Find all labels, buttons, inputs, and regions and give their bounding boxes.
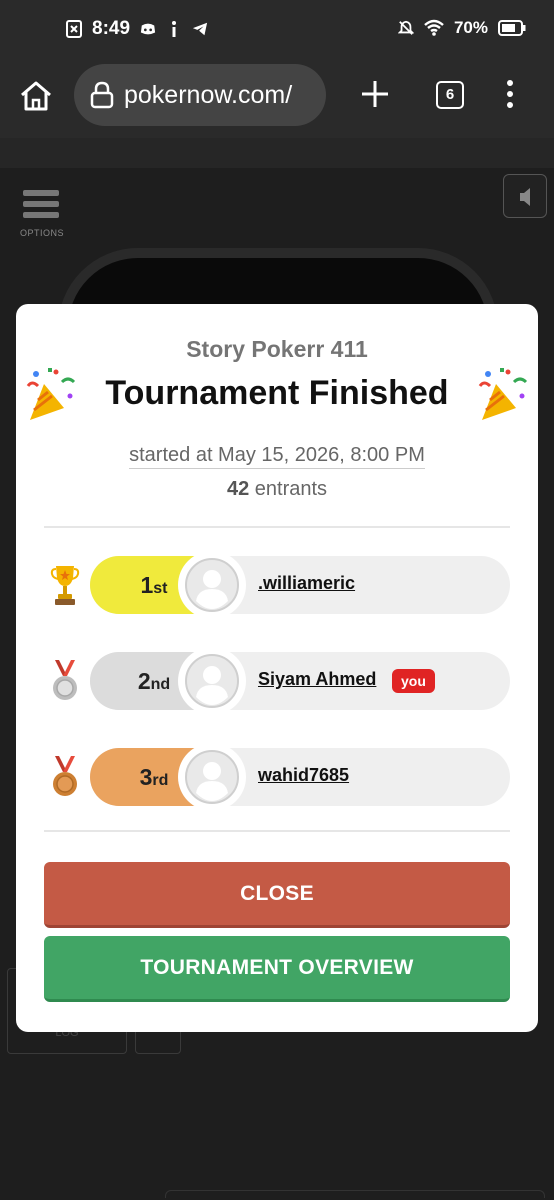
started-at-text: started at May 15, 2026, 8:00 PM	[129, 444, 425, 469]
battery-icon	[498, 20, 526, 36]
silver-medal-icon	[53, 660, 77, 700]
discord-icon	[140, 23, 156, 35]
bottom-bar-outline	[165, 1190, 545, 1198]
sim-icon	[66, 20, 82, 38]
browser-toolbar: pokernow.com/ 6	[0, 62, 554, 138]
status-bar: 8:49 70%	[0, 0, 554, 62]
url-text: pokernow.com/	[124, 80, 293, 109]
speaker-icon	[520, 188, 530, 206]
tournament-overview-button[interactable]: TOURNAMENT OVERVIEW	[44, 936, 510, 1002]
avatar	[178, 647, 246, 715]
status-left: 8:49	[66, 18, 208, 40]
status-right: 70%	[397, 18, 526, 38]
tournament-finished-modal: Story Pokerr 411 Tournament Finished sta…	[16, 304, 538, 1032]
rank-number: 2	[137, 668, 151, 694]
mute-bell-icon	[397, 20, 414, 35]
started-at: started at May 15, 2026, 8:00 PM	[16, 444, 538, 469]
battery-percent: 70%	[453, 18, 488, 37]
close-button[interactable]: CLOSE	[44, 862, 510, 928]
avatar	[178, 743, 246, 811]
result-row-2nd: 2nd Siyam Ahmed you	[44, 647, 510, 715]
you-badge: you	[392, 669, 435, 693]
modal-title: Tournament Finished	[105, 374, 449, 412]
user-avatar-icon	[185, 750, 239, 804]
bronze-medal-icon	[53, 756, 77, 796]
telegram-icon	[192, 22, 208, 36]
player-name-link[interactable]: .williameric	[258, 573, 355, 594]
new-tab-button[interactable]	[358, 74, 392, 114]
rank-suffix: st	[153, 580, 168, 597]
result-row-1st: 1st .williameric	[44, 551, 510, 619]
options-label: OPTIONS	[20, 228, 65, 238]
address-bar[interactable]: pokernow.com/	[74, 64, 326, 126]
game-top-strip	[0, 138, 554, 168]
result-row-3rd: 3rd wahid7685	[44, 743, 510, 811]
rank-number: 1	[140, 572, 154, 598]
rank-number: 3	[139, 764, 153, 790]
user-avatar-icon	[185, 558, 239, 612]
divider	[44, 830, 510, 832]
entrants-label: entrants	[254, 478, 328, 500]
sound-button[interactable]	[503, 174, 547, 218]
user-avatar-icon	[185, 654, 239, 708]
options-button[interactable]: OPTIONS	[20, 190, 65, 238]
entrants-count: 42 entrants	[16, 478, 538, 501]
trophy-icon	[50, 566, 80, 605]
status-time: 8:49	[92, 18, 131, 39]
player-name-link[interactable]: wahid7685	[258, 765, 349, 786]
lock-icon	[90, 81, 114, 109]
entrants-number: 42	[226, 478, 250, 500]
plus-icon	[362, 81, 388, 107]
rank-suffix: nd	[150, 676, 171, 693]
player-name-link[interactable]: Siyam Ahmed	[258, 669, 376, 690]
info-icon	[172, 21, 177, 37]
divider	[44, 526, 510, 528]
rank-suffix: rd	[152, 772, 169, 789]
avatar	[178, 551, 246, 619]
game-name: Story Pokerr 411	[186, 336, 368, 362]
home-icon[interactable]	[18, 78, 54, 114]
more-menu-icon[interactable]	[502, 80, 518, 112]
wifi-icon	[424, 19, 444, 36]
tab-switcher-button[interactable]: 6	[436, 81, 464, 109]
